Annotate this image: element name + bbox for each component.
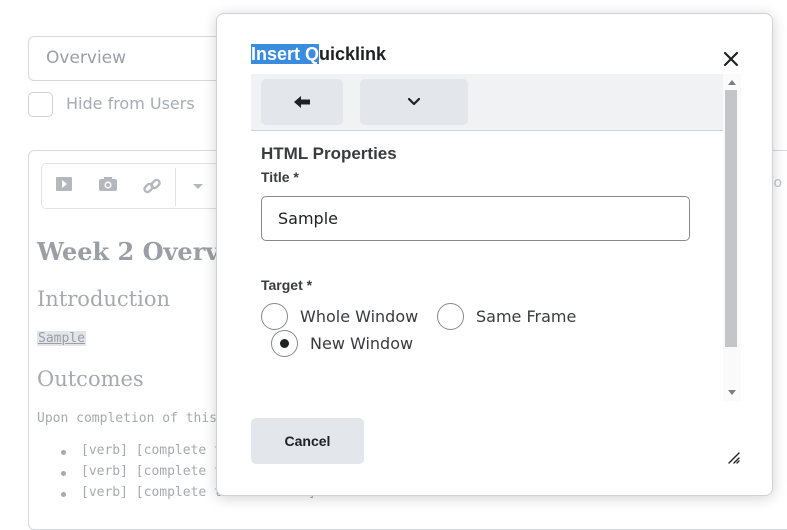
more-options-chevron-icon[interactable] [186,176,210,198]
radio-circle[interactable] [437,303,464,330]
radio-circle[interactable] [261,303,288,330]
dialog-title: Insert Quicklink [251,44,386,65]
frame-scrollbar[interactable] [723,74,741,401]
outcomes-heading: Outcomes [37,367,144,391]
insert-video-icon[interactable] [52,176,76,198]
quicklink-properties-frame: HTML Properties Title * Target * Whole W… [251,74,741,401]
insert-link-icon[interactable] [140,176,164,198]
radio-circle-selected[interactable] [271,330,298,357]
title-field-label: Title * [261,169,299,185]
hide-from-users-label: Hide from Users [66,94,195,113]
back-button[interactable] [261,79,343,125]
content-heading: Week 2 Overvie [37,237,244,266]
options-dropdown-button[interactable] [360,79,468,125]
radio-label: Whole Window [300,307,419,326]
toolbar-separator [175,168,176,206]
back-arrow-icon [294,96,310,108]
hide-from-users-checkbox[interactable] [28,92,53,117]
scroll-down-arrow-icon[interactable] [728,390,736,395]
dialog-title-rest-text: uicklink [319,44,387,64]
scrollbar-thumb[interactable] [725,90,737,347]
chevron-down-icon [407,97,421,106]
target-radio-same-frame[interactable]: Same Frame [437,303,576,330]
content-link[interactable]: Sample [37,331,86,346]
editor-toolbar [41,163,241,209]
frame-toolbar [251,74,723,131]
target-field-label: Target * [261,277,313,293]
dialog-title-selected-text: Insert Q [251,44,320,64]
radio-label: New Window [310,334,414,353]
scroll-up-arrow-icon[interactable] [728,80,736,85]
radio-label: Same Frame [476,307,577,326]
html-properties-heading: HTML Properties [261,144,397,163]
insert-quicklink-dialog: Insert Quicklink HTML Properties Title *… [216,13,773,496]
content-paragraph: Upon completion of this w [37,411,233,426]
target-radio-whole-window[interactable]: Whole Window [261,303,418,330]
resize-grip-icon[interactable] [726,450,740,464]
title-input[interactable] [261,196,690,241]
close-icon[interactable] [721,49,741,69]
insert-image-icon[interactable] [96,176,120,198]
introduction-heading: Introduction [37,287,170,311]
target-radio-new-window[interactable]: New Window [271,330,413,357]
cancel-button[interactable]: Cancel [251,418,364,464]
